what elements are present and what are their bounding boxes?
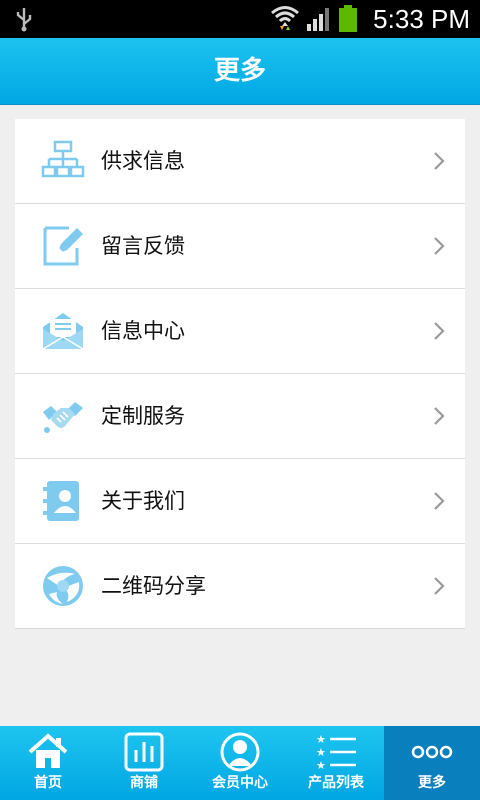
status-bar: 5:33 PM <box>0 0 480 38</box>
svg-text:★: ★ <box>316 733 326 746</box>
more-dots-icon <box>411 745 453 759</box>
handshake-icon <box>43 402 83 433</box>
menu-list: 供求信息 留言反馈 信息中心 定制服务 关于我们 二维码分享 <box>15 119 465 629</box>
menu-item-label: 定制服务 <box>101 404 185 428</box>
home-icon <box>28 733 68 768</box>
page-title: 更多 <box>213 56 266 86</box>
menu-item-supply-demand[interactable]: 供求信息 <box>15 119 465 204</box>
chevron-right-icon <box>434 152 445 170</box>
battery-icon <box>339 5 357 32</box>
star-list-icon: ★ ★ ★ <box>316 733 356 772</box>
menu-item-qr-share[interactable]: 二维码分享 <box>15 544 465 628</box>
menu-item-label: 留言反馈 <box>101 234 185 258</box>
note-edit-icon <box>43 226 83 266</box>
envelope-icon <box>42 313 84 350</box>
contact-card-icon <box>43 481 79 521</box>
menu-item-label: 关于我们 <box>101 489 185 513</box>
header-bar: 更多 <box>0 38 480 105</box>
tab-more[interactable]: 更多 <box>384 726 480 800</box>
tab-label: 产品列表 <box>308 775 364 791</box>
tab-label: 会员中心 <box>212 775 268 791</box>
menu-item-label: 供求信息 <box>101 149 185 173</box>
tab-label: 更多 <box>418 775 446 791</box>
chevron-right-icon <box>434 237 445 255</box>
share-globe-icon <box>43 566 83 606</box>
store-chart-icon <box>124 732 164 772</box>
menu-item-feedback[interactable]: 留言反馈 <box>15 204 465 289</box>
tab-label: 商铺 <box>130 775 158 791</box>
tab-home[interactable]: 首页 <box>0 726 96 800</box>
chevron-right-icon <box>434 322 445 340</box>
svg-text:★: ★ <box>316 746 326 759</box>
menu-item-label: 二维码分享 <box>101 574 206 598</box>
tab-store[interactable]: 商铺 <box>96 726 192 800</box>
tab-label: 首页 <box>34 775 62 791</box>
sitemap-icon <box>41 140 85 178</box>
svg-text:★: ★ <box>316 759 326 772</box>
wifi-icon <box>271 6 299 30</box>
chevron-right-icon <box>434 577 445 595</box>
menu-item-custom-service[interactable]: 定制服务 <box>15 374 465 459</box>
usb-icon <box>16 8 32 32</box>
menu-item-about-us[interactable]: 关于我们 <box>15 459 465 544</box>
menu-item-label: 信息中心 <box>101 319 185 343</box>
tab-member-center[interactable]: 会员中心 <box>192 726 288 800</box>
status-time: 5:33 PM <box>373 4 470 34</box>
tab-product-list[interactable]: ★ ★ ★ 产品列表 <box>288 726 384 800</box>
signal-icon <box>307 8 329 31</box>
menu-item-info-center[interactable]: 信息中心 <box>15 289 465 374</box>
bottom-tab-bar: 首页 商铺 会员中心 ★ ★ ★ 产品列表 更多 <box>0 726 480 800</box>
chevron-right-icon <box>434 407 445 425</box>
chevron-right-icon <box>434 492 445 510</box>
user-icon <box>220 732 260 772</box>
